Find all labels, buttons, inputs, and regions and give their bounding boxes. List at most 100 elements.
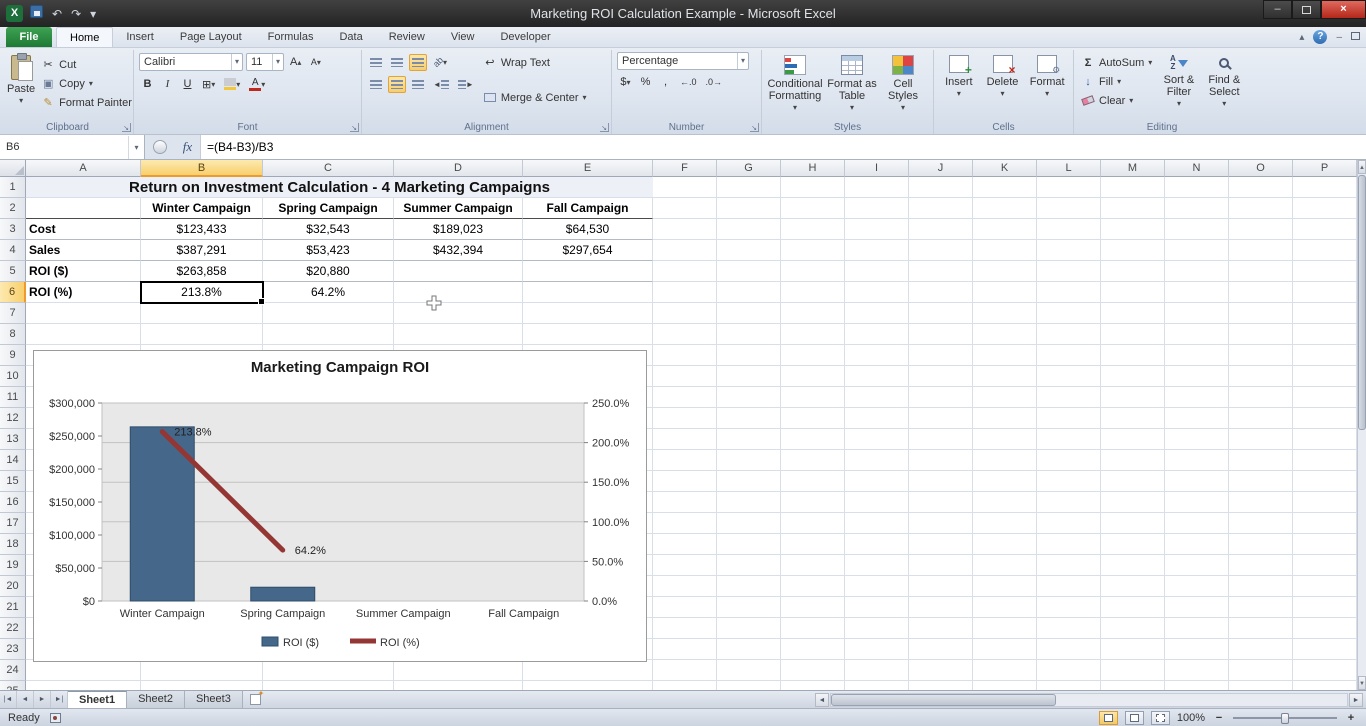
row-header-15[interactable]: 15 — [0, 471, 26, 492]
workbook-restore-icon[interactable] — [1351, 31, 1360, 43]
cell-F6[interactable] — [653, 282, 717, 303]
cell-K22[interactable] — [973, 618, 1037, 639]
cell-F11[interactable] — [653, 387, 717, 408]
tab-page-layout[interactable]: Page Layout — [167, 27, 255, 47]
column-header-M[interactable]: M — [1101, 160, 1165, 177]
cell-J5[interactable] — [909, 261, 973, 282]
cell-P1[interactable] — [1293, 177, 1357, 198]
cell-P15[interactable] — [1293, 471, 1357, 492]
cell-G12[interactable] — [717, 408, 781, 429]
cell-I8[interactable] — [845, 324, 909, 345]
cell-K16[interactable] — [973, 492, 1037, 513]
cell-P23[interactable] — [1293, 639, 1357, 660]
qat-customize-button[interactable]: ▾ — [88, 6, 98, 22]
cell-I2[interactable] — [845, 198, 909, 219]
cell-D8[interactable] — [394, 324, 523, 345]
cell-B25[interactable] — [141, 681, 263, 690]
cell-H9[interactable] — [781, 345, 845, 366]
cell-M24[interactable] — [1101, 660, 1165, 681]
cell-K17[interactable] — [973, 513, 1037, 534]
cell-N5[interactable] — [1165, 261, 1229, 282]
cell-L18[interactable] — [1037, 534, 1101, 555]
cell-F24[interactable] — [653, 660, 717, 681]
cell-K4[interactable] — [973, 240, 1037, 261]
cell-P13[interactable] — [1293, 429, 1357, 450]
cell-A8[interactable] — [26, 324, 141, 345]
cell-I19[interactable] — [845, 555, 909, 576]
row-header-4[interactable]: 4 — [0, 240, 26, 261]
workbook-minimize-icon[interactable]: – — [1336, 32, 1342, 43]
column-header-P[interactable]: P — [1293, 160, 1357, 177]
cell-H20[interactable] — [781, 576, 845, 597]
column-header-F[interactable]: F — [653, 160, 717, 177]
cell-G13[interactable] — [717, 429, 781, 450]
cell-D6[interactable] — [394, 282, 523, 303]
cell-H16[interactable] — [781, 492, 845, 513]
cell-G17[interactable] — [717, 513, 781, 534]
cell-I15[interactable] — [845, 471, 909, 492]
cell-H6[interactable] — [781, 282, 845, 303]
borders-button[interactable]: ⊞ ▾ — [199, 76, 218, 93]
cell-O7[interactable] — [1229, 303, 1293, 324]
tab-developer[interactable]: Developer — [487, 27, 563, 47]
cell-N23[interactable] — [1165, 639, 1229, 660]
cell-M18[interactable] — [1101, 534, 1165, 555]
row-header-25[interactable]: 25 — [0, 681, 26, 690]
insert-worksheet-button[interactable] — [243, 689, 269, 708]
cell-M16[interactable] — [1101, 492, 1165, 513]
cell-L21[interactable] — [1037, 597, 1101, 618]
cell-N9[interactable] — [1165, 345, 1229, 366]
clear-button[interactable]: Clear ▾ — [1079, 92, 1154, 109]
decrease-decimal-button[interactable]: .0→ — [703, 74, 726, 91]
cell-L8[interactable] — [1037, 324, 1101, 345]
cell-O19[interactable] — [1229, 555, 1293, 576]
cell-K11[interactable] — [973, 387, 1037, 408]
cell-G19[interactable] — [717, 555, 781, 576]
cell-B5[interactable]: $263,858 — [141, 261, 263, 282]
sheet-tab-sheet2[interactable]: Sheet2 — [127, 691, 185, 708]
cell-L3[interactable] — [1037, 219, 1101, 240]
cell-I17[interactable] — [845, 513, 909, 534]
cell-E5[interactable] — [523, 261, 653, 282]
row-header-18[interactable]: 18 — [0, 534, 26, 555]
row-header-1[interactable]: 1 — [0, 177, 26, 198]
cell-O16[interactable] — [1229, 492, 1293, 513]
cell-J13[interactable] — [909, 429, 973, 450]
cell-K18[interactable] — [973, 534, 1037, 555]
increase-indent-button[interactable]: ► — [455, 76, 477, 93]
minimize-button[interactable]: – — [1263, 0, 1292, 19]
cell-P24[interactable] — [1293, 660, 1357, 681]
row-header-10[interactable]: 10 — [0, 366, 26, 387]
cell-K5[interactable] — [973, 261, 1037, 282]
cell-L17[interactable] — [1037, 513, 1101, 534]
cell-C6[interactable]: 64.2% — [263, 282, 394, 303]
cell-H4[interactable] — [781, 240, 845, 261]
cell-H21[interactable] — [781, 597, 845, 618]
cell-P6[interactable] — [1293, 282, 1357, 303]
cell-B4[interactable]: $387,291 — [141, 240, 263, 261]
cell-E2[interactable]: Fall Campaign — [523, 198, 653, 219]
zoom-level[interactable]: 100% — [1177, 712, 1205, 724]
cell-P8[interactable] — [1293, 324, 1357, 345]
cell-M6[interactable] — [1101, 282, 1165, 303]
cell-C7[interactable] — [263, 303, 394, 324]
cell-I12[interactable] — [845, 408, 909, 429]
cell-O20[interactable] — [1229, 576, 1293, 597]
redo-button[interactable]: ↷ — [69, 6, 83, 22]
scroll-down-button[interactable]: ▼ — [1358, 676, 1366, 690]
cell-H17[interactable] — [781, 513, 845, 534]
fill-color-button[interactable]: ▾ — [221, 76, 243, 93]
column-header-K[interactable]: K — [973, 160, 1037, 177]
cell-H18[interactable] — [781, 534, 845, 555]
cell-J22[interactable] — [909, 618, 973, 639]
cell-K1[interactable] — [973, 177, 1037, 198]
row-header-9[interactable]: 9 — [0, 345, 26, 366]
cell-H10[interactable] — [781, 366, 845, 387]
cell-H1[interactable] — [781, 177, 845, 198]
cell-H11[interactable] — [781, 387, 845, 408]
insert-cells-button[interactable]: + Insert ▾ — [939, 52, 979, 119]
cell-G8[interactable] — [717, 324, 781, 345]
column-header-O[interactable]: O — [1229, 160, 1293, 177]
cell-N16[interactable] — [1165, 492, 1229, 513]
cell-N3[interactable] — [1165, 219, 1229, 240]
